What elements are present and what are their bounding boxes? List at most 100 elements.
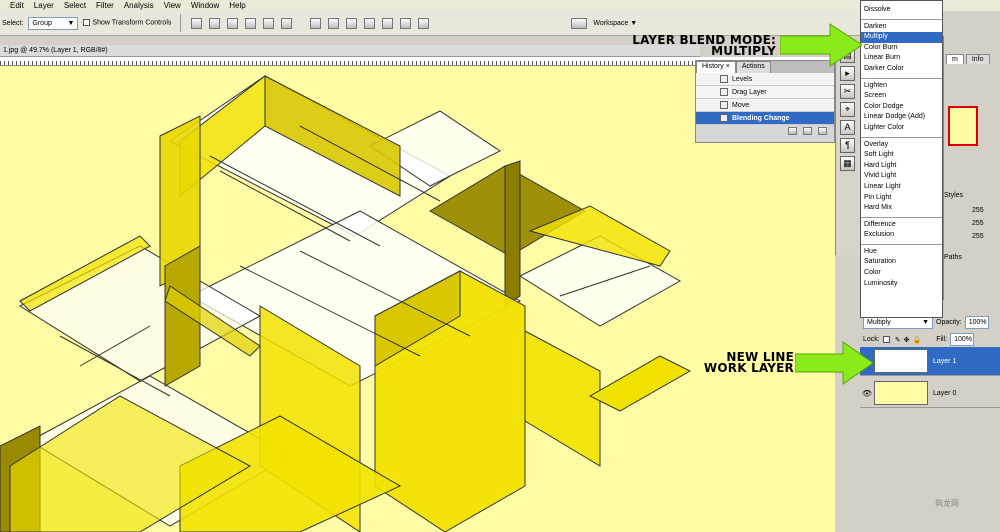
history-item[interactable]: Drag Layer	[696, 86, 834, 99]
blend-option[interactable]: Luminosity	[861, 279, 942, 290]
blend-option[interactable]: Hard Mix	[861, 203, 942, 214]
blend-option[interactable]: Linear Light	[861, 182, 942, 193]
select-label: Select:	[2, 19, 24, 27]
blend-option[interactable]: Lighten	[861, 81, 942, 92]
distribute-left-icon[interactable]	[364, 17, 376, 29]
blend-group: Darken Multiply Color Burn Linear Burn D…	[861, 20, 942, 79]
fill-field[interactable]: 100%	[950, 333, 975, 346]
show-transform-checkbox[interactable]: Show Transform Controls	[83, 19, 171, 27]
lock-brush-icon[interactable]: ✎	[895, 336, 901, 344]
blend-option[interactable]: Difference	[861, 220, 942, 231]
arrow-icon	[780, 23, 863, 67]
workspace-icon[interactable]	[571, 17, 588, 29]
select-combo[interactable]: Group ▼	[28, 16, 79, 30]
blend-option[interactable]: Dissolve	[861, 5, 942, 16]
layer-name[interactable]: Layer 1	[933, 358, 956, 365]
menu-view[interactable]: View	[164, 0, 181, 11]
scissors-icon[interactable]: ✂	[840, 84, 855, 99]
distribute-bottom-icon[interactable]	[346, 17, 358, 29]
history-item[interactable]: Levels	[696, 73, 834, 86]
character-icon[interactable]: A	[840, 120, 855, 135]
eye-icon[interactable]: 👁	[860, 389, 874, 398]
menu-window[interactable]: Window	[191, 0, 219, 11]
close-icon[interactable]: ×	[726, 63, 730, 70]
layer-row[interactable]: 👁 Layer 0	[860, 379, 1000, 408]
new-document-icon[interactable]	[788, 127, 797, 135]
blend-option[interactable]: Exclusion	[861, 230, 942, 241]
distribute-top-icon[interactable]	[310, 17, 322, 29]
menu-filter[interactable]: Filter	[96, 0, 114, 11]
layer-name[interactable]: Layer 0	[933, 390, 956, 397]
blend-option[interactable]: Saturation	[861, 257, 942, 268]
tab-m[interactable]: m	[946, 54, 964, 64]
blend-option-selected[interactable]: Multiply	[861, 32, 942, 43]
workspace-label: Workspace	[593, 19, 629, 27]
document-tab[interactable]: 1.jpg @ 49.7% (Layer 1, RGB/8#)	[0, 45, 700, 57]
tab-info[interactable]: Info	[965, 54, 990, 64]
history-state-icon	[720, 101, 728, 109]
color-value-g[interactable]: 255	[944, 220, 1000, 227]
blend-mode-dropdown: Dissolve Darken Multiply Color Burn Line…	[860, 0, 943, 318]
align-right-icon[interactable]	[281, 17, 293, 29]
blend-option[interactable]: Linear Burn	[861, 53, 942, 64]
auto-align-icon[interactable]	[418, 17, 430, 29]
align-middle-icon[interactable]	[209, 17, 221, 29]
blend-option[interactable]: Hard Light	[861, 161, 942, 172]
blend-option[interactable]: Soft Light	[861, 150, 942, 161]
blend-group: Lighten Screen Color Dodge Linear Dodge …	[861, 79, 942, 138]
blend-option[interactable]: Color Burn	[861, 43, 942, 54]
paragraph-icon[interactable]: ¶	[840, 138, 855, 153]
blend-option[interactable]: Screen	[861, 91, 942, 102]
blend-option[interactable]: Darker Color	[861, 64, 942, 75]
tab-actions[interactable]: Actions	[735, 61, 771, 73]
distribute-right-icon[interactable]	[400, 17, 412, 29]
history-item-label: Levels	[732, 75, 753, 83]
clone-source-icon[interactable]: ⌖	[840, 102, 855, 117]
history-item[interactable]: Blending Change	[696, 112, 834, 125]
notes-icon[interactable]: ▦	[840, 156, 855, 171]
menu-edit[interactable]: Edit	[10, 0, 24, 11]
blend-option[interactable]: Overlay	[861, 140, 942, 151]
color-value-b[interactable]: 255	[944, 233, 1000, 240]
blend-option[interactable]: Linear Dodge (Add)	[861, 112, 942, 123]
align-center-icon[interactable]	[263, 17, 275, 29]
lock-transparent-icon[interactable]	[882, 336, 890, 343]
workspace-menu[interactable]: Workspace ▼	[593, 20, 637, 27]
navigator-preview[interactable]	[948, 106, 978, 146]
history-item[interactable]: Move	[696, 99, 834, 112]
menu-analysis[interactable]: Analysis	[124, 0, 154, 11]
opacity-field[interactable]: 100%	[964, 316, 989, 329]
blend-group: Difference Exclusion	[861, 218, 942, 245]
align-left-icon[interactable]	[245, 17, 257, 29]
drawing-wall-right	[524, 330, 601, 467]
blend-option[interactable]: Color	[861, 268, 942, 279]
menu-layer[interactable]: Layer	[34, 0, 54, 11]
lock-all-icon[interactable]: 🔒	[912, 336, 921, 344]
blend-option[interactable]: Lighter Color	[861, 123, 942, 134]
layer-row[interactable]: Layer 1	[860, 347, 1000, 376]
trash-icon[interactable]	[818, 127, 827, 135]
annotation-blend-mode: LAYER BLEND MODE: MULTIPLY	[628, 34, 776, 58]
annotation-new-layer-line2: WORK LAYER	[703, 361, 794, 375]
blend-group: Overlay Soft Light Hard Light Vivid Ligh…	[861, 138, 942, 218]
blend-option[interactable]: Pin Light	[861, 193, 942, 204]
color-value-r[interactable]: 255	[944, 207, 1000, 214]
snapshot-icon[interactable]	[803, 127, 812, 135]
styles-tab[interactable]: Styles	[944, 192, 1000, 199]
blend-option[interactable]: Darken	[861, 22, 942, 33]
align-bottom-icon[interactable]	[227, 17, 239, 29]
blend-option[interactable]: Vivid Light	[861, 171, 942, 182]
play-icon[interactable]: ▸	[840, 66, 855, 81]
distribute-middle-icon[interactable]	[328, 17, 340, 29]
blend-mode-value: Multiply	[867, 319, 891, 326]
menu-select[interactable]: Select	[64, 0, 86, 11]
blend-option[interactable]: Color Dodge	[861, 102, 942, 113]
align-top-icon[interactable]	[191, 17, 203, 29]
paths-tab[interactable]: Paths	[944, 254, 1000, 261]
tab-history[interactable]: History ×	[696, 61, 736, 73]
annotation-blend-mode-line2: MULTIPLY	[711, 44, 776, 58]
lock-move-icon[interactable]: ✥	[904, 336, 910, 344]
blend-option[interactable]: Hue	[861, 247, 942, 258]
distribute-center-icon[interactable]	[382, 17, 394, 29]
menu-help[interactable]: Help	[229, 0, 245, 11]
